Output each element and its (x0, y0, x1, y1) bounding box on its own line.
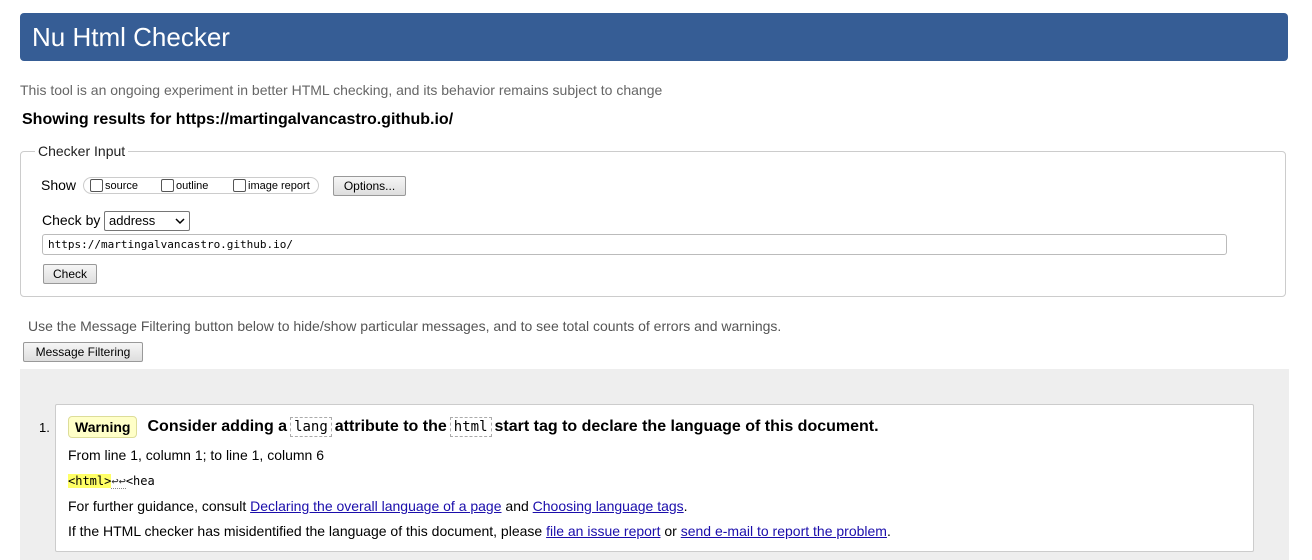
options-button[interactable]: Options... (333, 176, 406, 196)
message-location: From line 1, column 1; to line 1, column… (68, 447, 325, 463)
page-header: Nu Html Checker (20, 13, 1288, 61)
message-title: Warning Consider adding a lang attribute… (68, 414, 879, 440)
code-lang: lang (290, 417, 332, 437)
outline-checkbox[interactable] (161, 179, 174, 192)
check-by-select[interactable]: address (104, 211, 190, 231)
image-report-checkbox-label[interactable]: image report (248, 180, 310, 192)
message-filtering-button[interactable]: Message Filtering (23, 342, 143, 362)
check-button[interactable]: Check (43, 264, 97, 284)
code-html: html (449, 417, 492, 437)
intro-text: This tool is an ongoing experiment in be… (20, 82, 663, 98)
source-checkbox[interactable] (90, 179, 103, 192)
guidance-text-2: and (505, 498, 529, 514)
send-email-link[interactable]: send e-mail to report the problem (681, 523, 887, 539)
image-report-checkbox[interactable] (233, 179, 246, 192)
message-title-text-2: attribute to the (334, 418, 447, 435)
outline-checkbox-label[interactable]: outline (176, 180, 208, 192)
check-by-label: Check by (42, 212, 101, 228)
message-title-text-1: Consider adding a (147, 418, 288, 435)
check-by-selected-value: address (109, 213, 156, 228)
extract-rest: <hea (125, 474, 155, 488)
declaring-language-link[interactable]: Declaring the overall language of a page (250, 498, 501, 514)
source-checkbox-label[interactable]: source (105, 180, 138, 192)
message-number: 1. (39, 420, 50, 435)
checker-input-legend: Checker Input (38, 143, 126, 159)
issue-text-1: If the HTML checker has misidentified th… (68, 523, 543, 539)
chevron-down-icon (175, 212, 185, 233)
source-extract: <html>↩↩<hea (68, 472, 155, 490)
guidance-line: For further guidance, consult Declaring … (68, 497, 688, 515)
guidance-text-1: For further guidance, consult (68, 498, 247, 514)
file-issue-report-link[interactable]: file an issue report (546, 523, 660, 539)
extract-highlight: <html> (68, 474, 112, 488)
page-title: Nu Html Checker (32, 22, 230, 52)
message-title-text-3: start tag to declare the language of thi… (494, 418, 879, 435)
warning-badge: Warning (68, 416, 138, 438)
guidance-text-3: . (683, 498, 688, 514)
issue-line: If the HTML checker has misidentified th… (68, 522, 891, 540)
filter-note: Use the Message Filtering button below t… (28, 318, 782, 334)
show-label: Show (41, 177, 77, 193)
results-heading: Showing results for https://martingalvan… (22, 111, 454, 128)
issue-text-3: . (886, 523, 891, 539)
choosing-language-tags-link[interactable]: Choosing language tags (533, 498, 684, 514)
checker-input-fieldset: Checker Input (20, 143, 1286, 297)
url-input[interactable]: https://martingalvancastro.github.io/ (42, 234, 1227, 255)
show-options-group: source outline image report (83, 177, 319, 194)
issue-text-2: or (664, 523, 677, 539)
return-icon: ↩↩ (111, 474, 126, 489)
